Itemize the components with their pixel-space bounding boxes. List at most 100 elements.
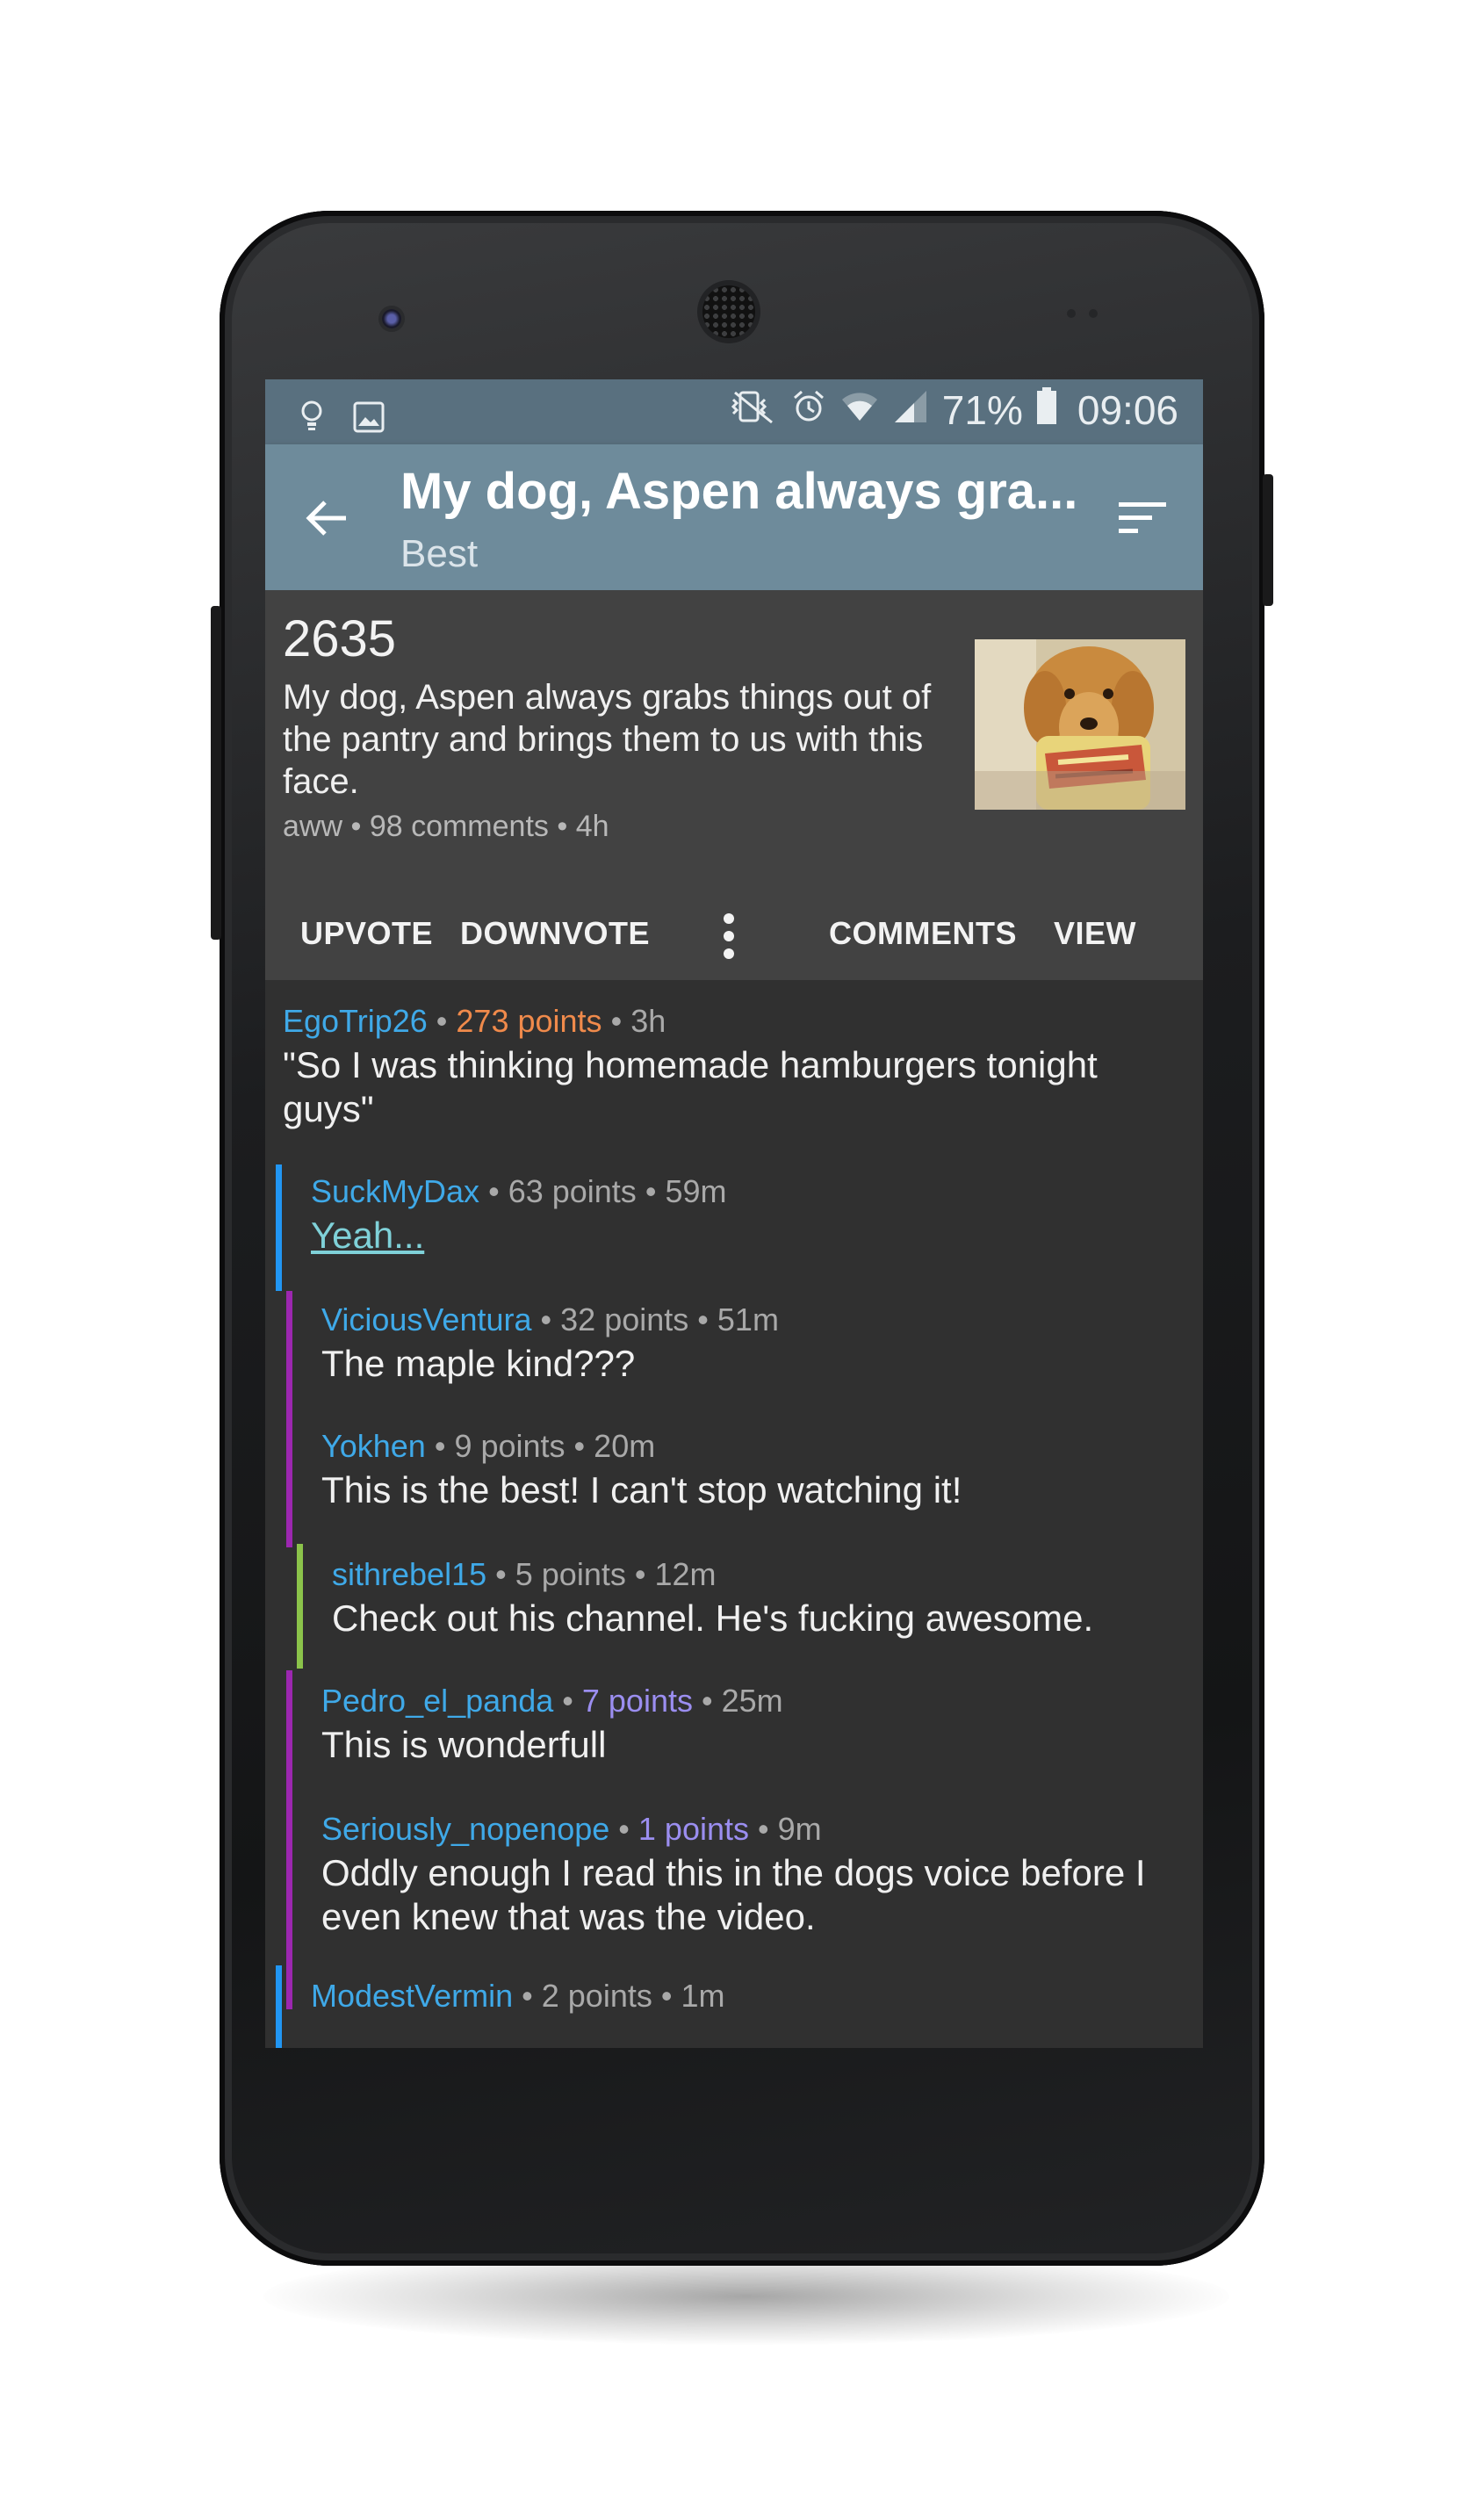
meta-separator: • (540, 1301, 552, 1337)
comment-meta: Seriously_nopenope • 1 points • 9m (321, 1811, 1168, 1848)
comment-points: 2 points (541, 1978, 652, 2014)
meta-separator: • (562, 1683, 573, 1719)
post-thumbnail[interactable] (975, 639, 1185, 810)
comment-body: Check out his channel. He's fucking awes… (332, 1597, 1094, 1639)
comment-meta: Pedro_el_panda • 7 points • 25m (321, 1683, 1168, 1720)
comment[interactable]: ModestVermin • 2 points • 1m (265, 1965, 1203, 2048)
comment[interactable]: Seriously_nopenope • 1 points • 9m Oddly… (265, 1811, 1203, 1939)
battery-percent: 71% (941, 387, 1023, 433)
battery-icon (1036, 386, 1056, 434)
meta-separator: • (701, 1683, 713, 1719)
comment-author[interactable]: ModestVermin (311, 1978, 513, 2014)
comment[interactable]: ViciousVentura • 32 points • 51m The map… (265, 1301, 1203, 1386)
sensor (1067, 309, 1076, 318)
vibrate-icon (728, 386, 777, 434)
sort-subtitle: Best (400, 532, 479, 575)
comment-meta: ViciousVentura • 32 points • 51m (321, 1301, 1168, 1338)
comment[interactable]: Pedro_el_panda • 7 points • 25m This is … (265, 1683, 1203, 1767)
comment-meta: sithrebel15 • 5 points • 12m (332, 1556, 1168, 1593)
comments-list: EgoTrip26 • 273 points • 3h "So I was th… (265, 980, 1203, 2048)
comment[interactable]: SuckMyDax • 63 points • 59m Yeah... (265, 1164, 1203, 1291)
depth-bar (276, 1164, 282, 1291)
comment-points: 1 points (638, 1811, 749, 1847)
meta-separator: • (697, 1301, 709, 1337)
post-score: 2635 (283, 610, 397, 667)
comment[interactable]: EgoTrip26 • 273 points • 3h "So I was th… (265, 1003, 1203, 1131)
comment-body: Oddly enough I read this in the dogs voi… (321, 1852, 1146, 1937)
meta-separator: • (610, 1003, 623, 1039)
post-actions: UPVOTE DOWNVOTE COMMENTS VIEW (265, 889, 1203, 980)
back-arrow-icon[interactable] (302, 494, 351, 543)
upvote-button[interactable]: UPVOTE (300, 915, 433, 952)
view-button[interactable]: VIEW (1054, 915, 1136, 952)
comment-time: 1m (681, 1978, 725, 2014)
status-icons: 71% 09:06 (728, 386, 1178, 434)
comment-meta: SuckMyDax • 63 points • 59m (311, 1173, 1168, 1210)
comment-author[interactable]: Pedro_el_panda (321, 1683, 553, 1719)
comment-points: 273 points (456, 1003, 602, 1039)
comment-body: This is the best! I can't stop watching … (321, 1469, 962, 1510)
comment-time: 9m (777, 1811, 822, 1847)
comment-time: 51m (717, 1301, 779, 1337)
comment-author[interactable]: Seriously_nopenope (321, 1811, 609, 1847)
signal-icon (893, 386, 928, 434)
meta-separator: • (618, 1811, 630, 1847)
comment-points: 9 points (454, 1428, 566, 1464)
earpiece-speaker (702, 285, 755, 338)
meta-separator: • (645, 1173, 657, 1209)
comment-points: 63 points (508, 1173, 637, 1209)
post-meta: aww • 98 comments • 4h (283, 810, 609, 843)
comment-body: The maple kind??? (321, 1343, 636, 1384)
comment-points: 32 points (560, 1301, 689, 1337)
comment-author[interactable]: EgoTrip26 (283, 1003, 428, 1039)
more-options-icon[interactable] (722, 912, 736, 961)
sort-icon[interactable] (1117, 499, 1168, 537)
toolbar: My dog, Aspen always gra... Best (265, 444, 1203, 590)
comment-author[interactable]: Yokhen (321, 1428, 426, 1464)
comment-author[interactable]: ViciousVentura (321, 1301, 532, 1337)
downvote-button[interactable]: DOWNVOTE (460, 915, 650, 952)
meta-separator: • (634, 1556, 646, 1592)
comment-meta: EgoTrip26 • 273 points • 3h (283, 1003, 1168, 1040)
app-screen: 71% 09:06 My dog, Aspen always gra... Be… (265, 379, 1203, 2048)
lightbulb-icon (299, 395, 325, 443)
comments-button[interactable]: COMMENTS (829, 915, 1017, 952)
meta-separator: • (660, 1978, 673, 2014)
comment[interactable]: Yokhen • 9 points • 20m This is the best… (265, 1428, 1203, 1512)
post-header: 2635 My dog, Aspen always grabs things o… (265, 590, 1203, 980)
comment-points: 7 points (581, 1683, 693, 1719)
comment-author[interactable]: sithrebel15 (332, 1556, 486, 1592)
comment-time: 12m (654, 1556, 717, 1592)
comment-time: 59m (665, 1173, 727, 1209)
comment-time: 3h (630, 1003, 666, 1039)
image-icon (353, 395, 385, 443)
comment-meta: Yokhen • 9 points • 20m (321, 1428, 1168, 1465)
meta-separator: • (573, 1428, 586, 1464)
comment-points: 5 points (515, 1556, 626, 1592)
depth-bar (276, 1965, 282, 2048)
meta-separator: • (495, 1556, 507, 1592)
alarm-icon (791, 386, 826, 434)
comment-time: 20m (594, 1428, 656, 1464)
comment-body: "So I was thinking homemade hamburgers t… (283, 1044, 1098, 1129)
comment-meta: ModestVermin • 2 points • 1m (311, 1978, 1168, 2015)
wifi-icon (840, 386, 879, 434)
comment-link[interactable]: Yeah... (311, 1214, 1168, 1258)
dog-image (975, 639, 1185, 810)
meta-separator: • (488, 1173, 500, 1209)
meta-separator: • (758, 1811, 769, 1847)
post-title[interactable]: My dog, Aspen always grabs things out of… (283, 676, 968, 803)
comment[interactable]: sithrebel15 • 5 points • 12m Check out h… (265, 1556, 1203, 1640)
comment-body: This is wonderfull (321, 1724, 607, 1765)
meta-separator: • (434, 1428, 446, 1464)
meta-separator: • (522, 1978, 533, 2014)
comment-time: 25m (721, 1683, 783, 1719)
meta-separator: • (436, 1003, 448, 1039)
volume-button (211, 606, 221, 940)
front-camera (382, 309, 401, 328)
power-button (1263, 474, 1273, 606)
sensor-2 (1089, 309, 1098, 318)
comment-author[interactable]: SuckMyDax (311, 1173, 479, 1209)
status-bar: 71% 09:06 (265, 379, 1203, 444)
clock: 09:06 (1077, 387, 1178, 433)
